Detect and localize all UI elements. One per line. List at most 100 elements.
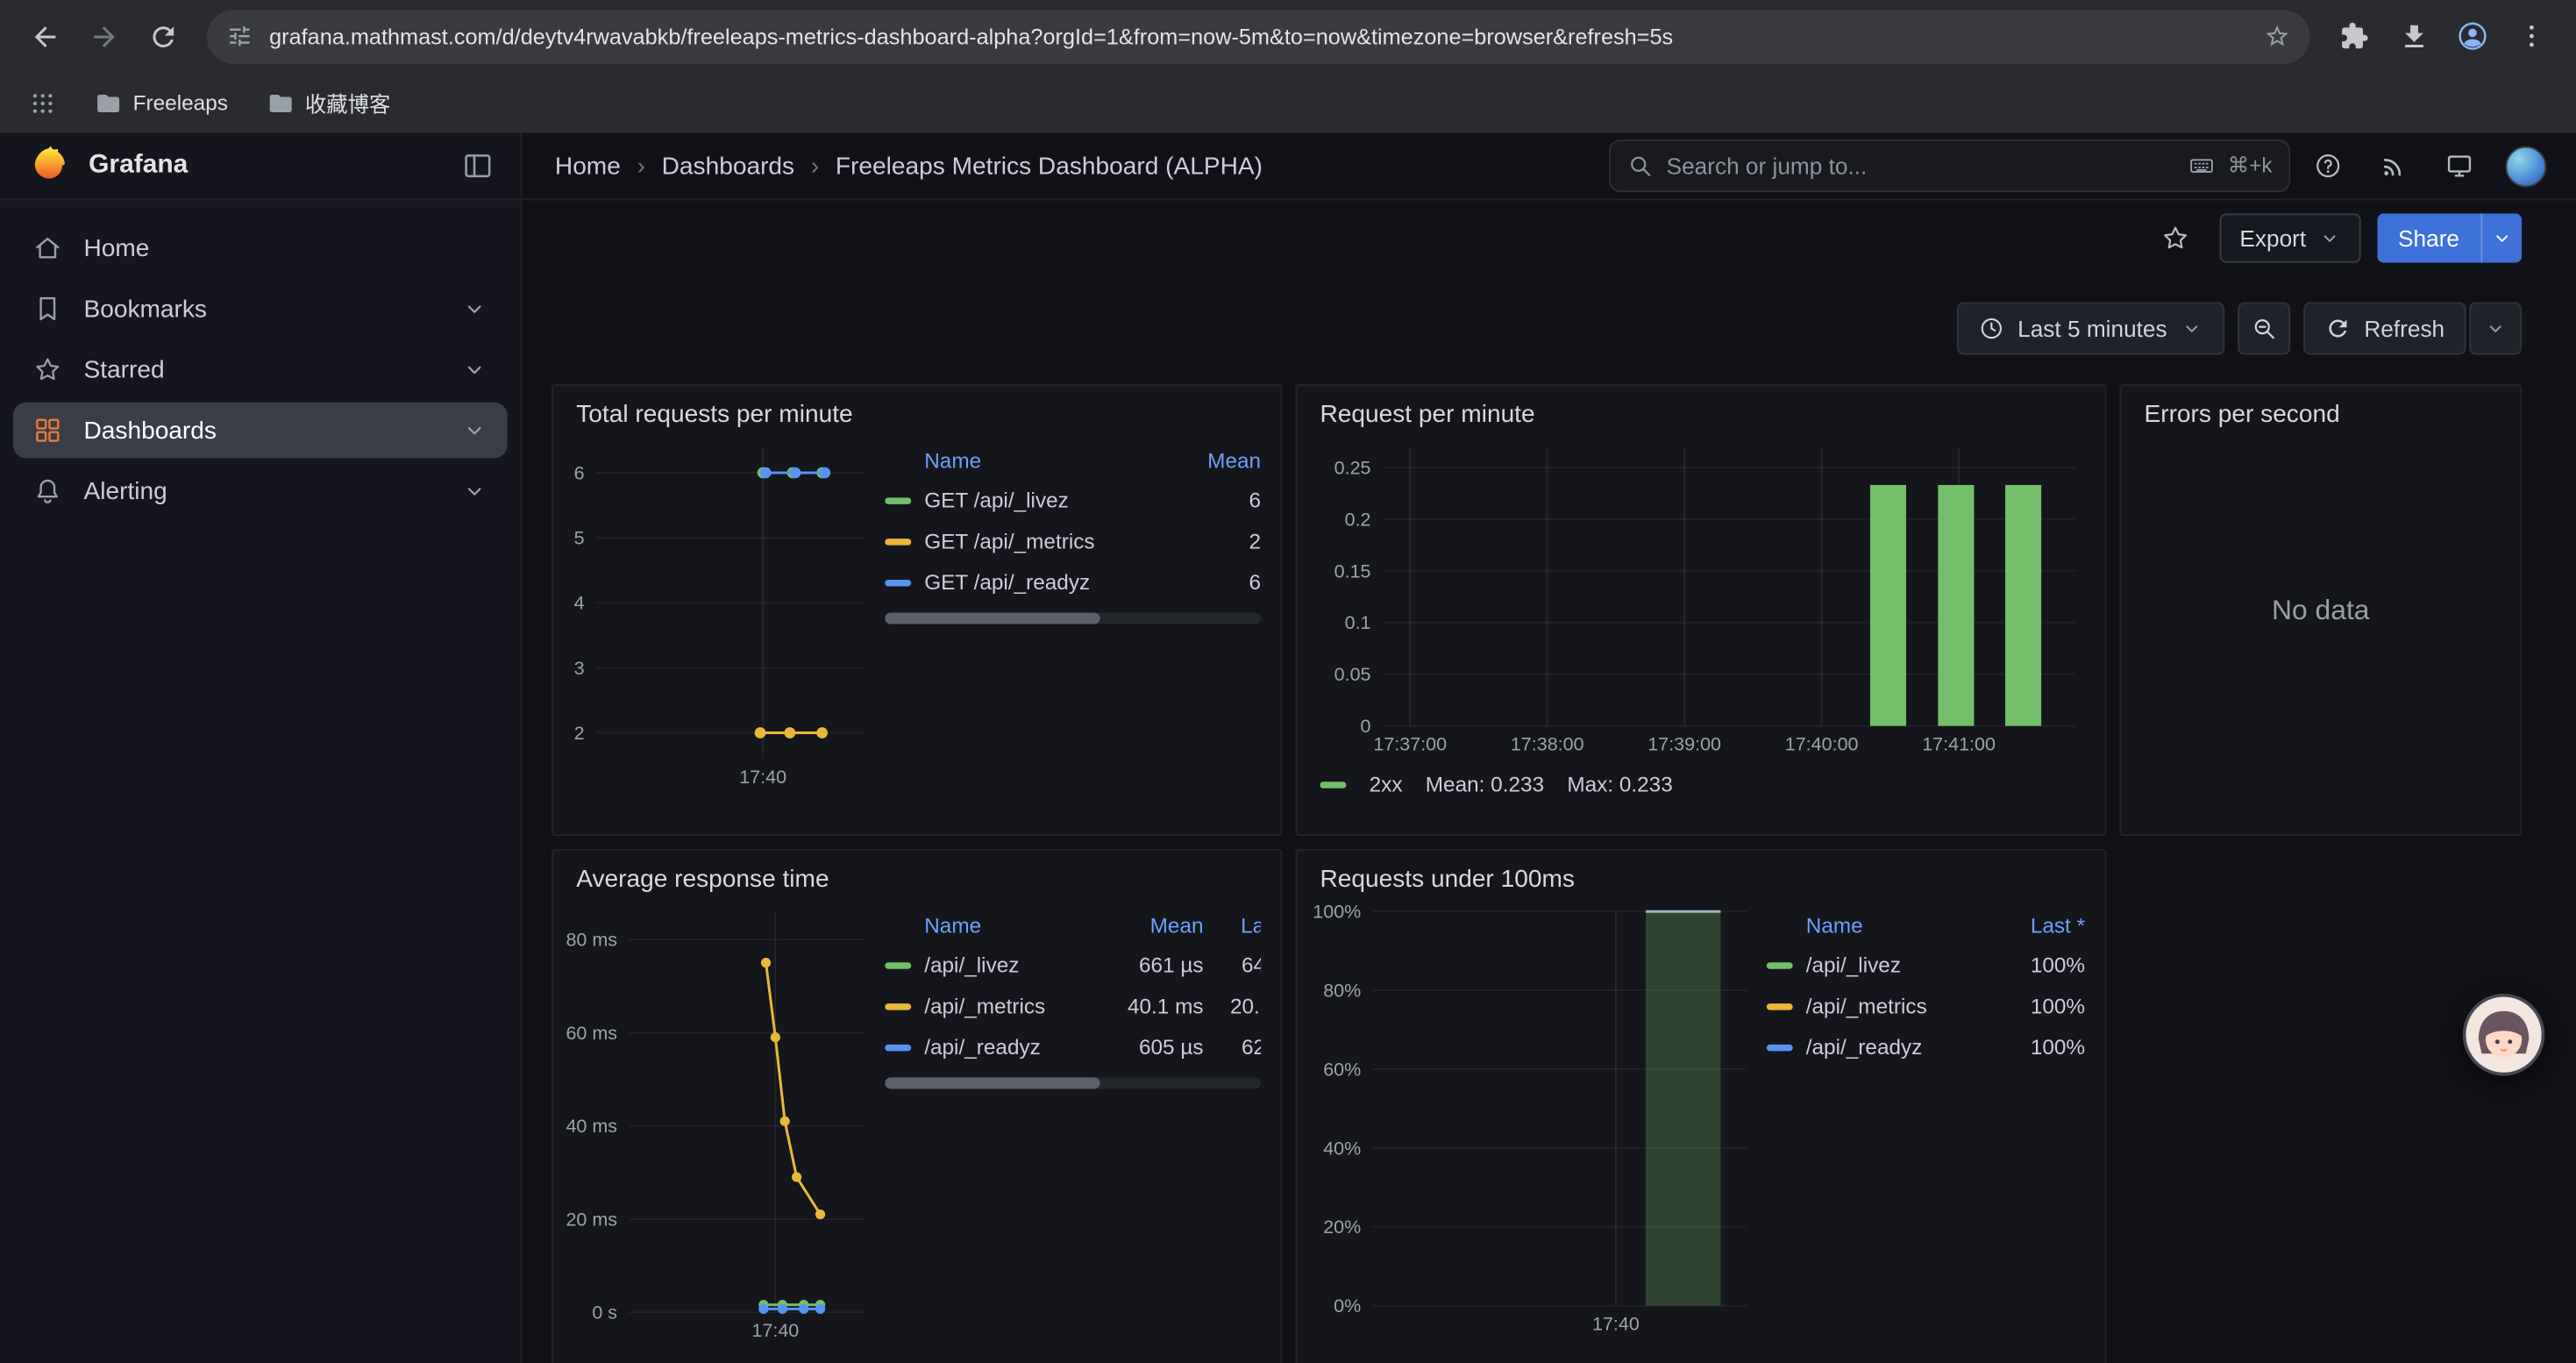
clock-icon [1978,316,2004,342]
dashboards-icon [32,416,62,446]
panel-title[interactable]: Requests under 100ms [1297,851,2104,898]
bar-chart-requests-under-100ms[interactable]: 100%80%60%40%20%0%17:40 [1297,898,1756,1338]
news-button[interactable] [2366,138,2422,194]
zoom-out-button[interactable] [2238,303,2290,355]
profile-button[interactable] [2444,8,2501,64]
collapse-sidebar-icon[interactable] [461,149,494,182]
breadcrumb-current: Freeleaps Metrics Dashboard (ALPHA) [836,152,1263,180]
folder-icon [96,89,122,116]
chevron-down-icon[interactable] [461,417,487,444]
help-button[interactable] [2300,138,2356,194]
legend-header-last[interactable]: Last * [1989,912,2085,937]
user-profile-button[interactable] [2497,138,2553,194]
url-bar[interactable]: grafana.mathmast.com/d/deytv4rwavabkb/fr… [207,9,2310,63]
panel-title[interactable]: Request per minute [1297,386,2104,433]
rss-icon [2379,151,2409,181]
sidebar-item-starred[interactable]: Starred [13,341,508,397]
legend-header-mean[interactable]: Mean [1099,912,1204,937]
chevron-down-icon[interactable] [461,478,487,504]
legend-row[interactable]: /api/_metrics 100% [1767,986,2085,1027]
legend-row[interactable]: GET /api/_livez 6 [885,480,1261,521]
breadcrumb-home[interactable]: Home [555,152,621,180]
svg-text:80%: 80% [1323,981,1361,1002]
sidebar-item-dashboards[interactable]: Dashboards [13,403,508,459]
back-button[interactable] [17,8,73,64]
back-icon [29,20,60,52]
profile-icon [2456,19,2488,52]
monitor-icon [2444,151,2474,181]
keyboard-icon [2188,153,2215,179]
forward-button[interactable] [75,8,132,64]
bookmark-folder-blogs[interactable]: 收藏博客 [258,81,401,125]
series-color-swatch [1320,781,1346,787]
browser-menu-button[interactable] [2504,8,2560,64]
legend-row[interactable]: /api/_livez 100% [1767,945,2085,986]
refresh-button[interactable]: Refresh [2303,303,2466,355]
legend-row[interactable]: GET /api/_metrics 2 [885,521,1261,562]
svg-text:0.2: 0.2 [1345,509,1371,530]
favorite-dashboard-button[interactable] [2148,211,2204,267]
legend-row[interactable]: /api/_livez 661 µs 646 µ [885,945,1261,986]
bookmark-star-icon[interactable] [2264,23,2290,49]
legend-horizontal-scrollbar[interactable] [885,1077,1261,1088]
legend-header-name[interactable]: Name [924,447,1185,472]
bar-chart-request-per-minute[interactable]: 0.250.20.150.10.05017:37:0017:38:0017:39… [1317,433,2085,759]
sidebar-item-alerting[interactable]: Alerting [13,463,508,519]
sidebar-item-label: Home [83,234,149,262]
legend-inline[interactable]: 2xx Mean: 0.233 Max: 0.233 [1320,772,2081,796]
legend-row[interactable]: GET /api/_readyz 6 [885,561,1261,603]
breadcrumb-separator: › [811,152,819,180]
series-color-swatch [885,538,911,544]
line-chart-total-requests[interactable]: 6543217:40 [553,433,875,791]
chevron-down-icon[interactable] [461,296,487,322]
time-range-label: Last 5 minutes [2017,316,2167,342]
share-button[interactable]: Share [2377,213,2481,262]
refresh-interval-dropdown[interactable] [2469,303,2522,355]
extensions-button[interactable] [2326,8,2382,64]
chevron-down-icon [2484,317,2507,339]
apps-grid-button[interactable] [19,80,65,125]
panel-title[interactable]: Total requests per minute [553,386,1281,433]
legend-header-name[interactable]: Name [924,912,1098,937]
svg-text:2: 2 [574,723,585,744]
legend-header-name[interactable]: Name [1806,912,1990,937]
legend-header-mean[interactable]: Mean [1185,447,1261,472]
display-button[interactable] [2431,138,2487,194]
star-icon [32,354,62,384]
downloads-button[interactable] [2386,8,2442,64]
export-button[interactable]: Export [2220,213,2360,262]
scrollbar-thumb[interactable] [885,612,1099,624]
breadcrumb-dashboards[interactable]: Dashboards [662,152,794,180]
legend-header-last[interactable]: Last * [1204,912,1262,937]
svg-text:80 ms: 80 ms [566,930,617,951]
time-range-picker[interactable]: Last 5 minutes [1957,303,2224,355]
legend-row[interactable]: /api/_readyz 100% [1767,1026,2085,1067]
share-dropdown-button[interactable] [2480,213,2522,262]
line-chart-average-response-time[interactable]: 80 ms60 ms40 ms20 ms0 s17:40 [553,898,875,1345]
assistant-avatar[interactable] [2463,994,2545,1076]
screen: grafana.mathmast.com/d/deytv4rwavabkb/fr… [0,0,2576,1363]
panel-title[interactable]: Average response time [553,851,1281,898]
search-box[interactable]: ⌘+k [1609,139,2290,192]
search-input[interactable] [1667,153,2175,179]
chevron-down-icon [2181,317,2203,339]
sidebar-item-home[interactable]: Home [13,220,508,276]
scrollbar-thumb[interactable] [885,1077,1099,1088]
site-settings-icon[interactable] [226,23,253,49]
svg-text:5: 5 [574,528,585,549]
legend-row[interactable]: /api/_metrics 40.1 ms 20.5 m [885,986,1261,1027]
panel-title[interactable]: Errors per second [2121,386,2520,433]
bookmark-icon [32,294,62,324]
panel-requests-under-100ms: Requests under 100ms 100%80%60%40%20%0%1… [1295,849,2106,1363]
download-icon [2398,20,2430,52]
svg-text:0.15: 0.15 [1334,560,1371,582]
dashboard-topnav: Home › Dashboards › Freeleaps Metrics Da… [522,133,2575,201]
reload-button[interactable] [135,8,191,64]
bookmark-folder-freeleaps[interactable]: Freeleaps [85,83,238,123]
sidebar-item-bookmarks[interactable]: Bookmarks [13,281,508,337]
legend-row[interactable]: /api/_readyz 605 µs 620 µ [885,1026,1261,1067]
dashboard-grid: Total requests per minute 6543217:40 Nam… [522,354,2575,1363]
grafana-logo[interactable] [26,145,69,188]
legend-horizontal-scrollbar[interactable] [885,612,1261,624]
chevron-down-icon[interactable] [461,356,487,382]
